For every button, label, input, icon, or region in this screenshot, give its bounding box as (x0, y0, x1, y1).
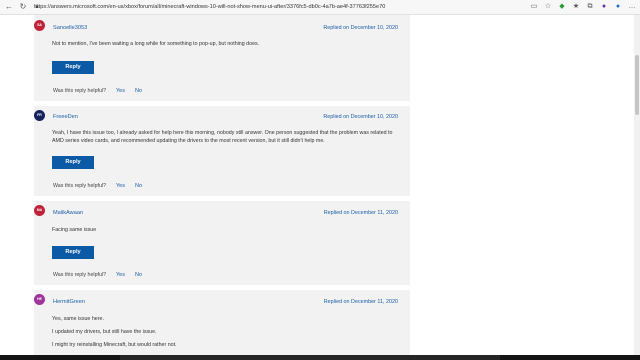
reply-card: HE HermitGreen Replied on December 11, 2… (34, 290, 410, 355)
reply-text: Yes, same issue here. (52, 316, 104, 322)
refresh-icon[interactable]: ↻ (18, 2, 28, 12)
replied-date[interactable]: Replied on December 11, 2020 (324, 210, 398, 216)
reader-view-icon[interactable]: ▭ (530, 2, 538, 11)
reply-text: Yeah, I have this issue too, I already a… (52, 130, 393, 144)
username-link[interactable]: Sanoelle3053 (53, 25, 87, 31)
no-link[interactable]: No (135, 272, 142, 278)
taskbar (0, 355, 640, 360)
taskbar-apps[interactable] (120, 355, 500, 360)
avatar: MA (34, 205, 45, 216)
replied-date[interactable]: Replied on December 10, 2020 (323, 25, 398, 31)
helpful-prompt: Was this reply helpful? (53, 272, 107, 278)
back-icon[interactable]: ← (4, 2, 14, 12)
reply-card: MA MalikAwaan Replied on December 11, 20… (34, 201, 410, 285)
username-link[interactable]: HermitGreen (53, 299, 85, 305)
no-link[interactable]: No (135, 88, 142, 94)
reply-text: Not to mention, I've been waiting a long… (52, 41, 260, 47)
address-bar[interactable]: https://answers.microsoft.com/en-us/xbox… (34, 2, 530, 12)
scroll-thumb[interactable] (635, 55, 639, 115)
avatar-icon[interactable]: ● (614, 2, 622, 11)
reply-text: Facing same issue (52, 227, 97, 233)
avatar: SA (34, 20, 45, 31)
replied-date[interactable]: Replied on December 10, 2020 (323, 114, 398, 120)
more-icon[interactable]: … (628, 2, 636, 11)
reply-button[interactable]: Reply (52, 61, 94, 74)
yes-link[interactable]: Yes (116, 88, 125, 94)
reply-text: I might try reinstalling Minecraft, but … (52, 342, 177, 348)
replied-date[interactable]: Replied on December 11, 2020 (324, 299, 398, 305)
yes-link[interactable]: Yes (116, 183, 125, 189)
avatar: HE (34, 294, 45, 305)
profile-icon[interactable]: ● (600, 2, 608, 11)
no-link[interactable]: No (135, 183, 142, 189)
yes-link[interactable]: Yes (116, 272, 125, 278)
reply-button[interactable]: Reply (52, 246, 94, 259)
helpful-prompt: Was this reply helpful? (53, 88, 107, 94)
reply-card: FR FreeeDen Replied on December 10, 2020… (34, 106, 410, 196)
reply-text: I updated my drivers, but still have the… (52, 329, 157, 335)
username-link[interactable]: MalikAwaan (53, 210, 83, 216)
browser-toolbar: ← ↻ 🔒︎ https://answers.microsoft.com/en-… (0, 0, 640, 15)
page-scrollbar[interactable] (634, 15, 640, 355)
helpful-prompt: Was this reply helpful? (53, 183, 107, 189)
reply-button[interactable]: Reply (52, 156, 94, 169)
collections-icon[interactable]: ⧉ (586, 2, 594, 11)
favorites-icon[interactable]: ★ (572, 2, 580, 11)
favorite-star-icon[interactable]: ☆ (544, 2, 552, 11)
reply-card: SA Sanoelle3053 Replied on December 10, … (34, 15, 410, 101)
extension-icon[interactable]: ◆ (558, 2, 566, 11)
username-link[interactable]: FreeeDen (53, 114, 78, 120)
avatar: FR (34, 110, 45, 121)
